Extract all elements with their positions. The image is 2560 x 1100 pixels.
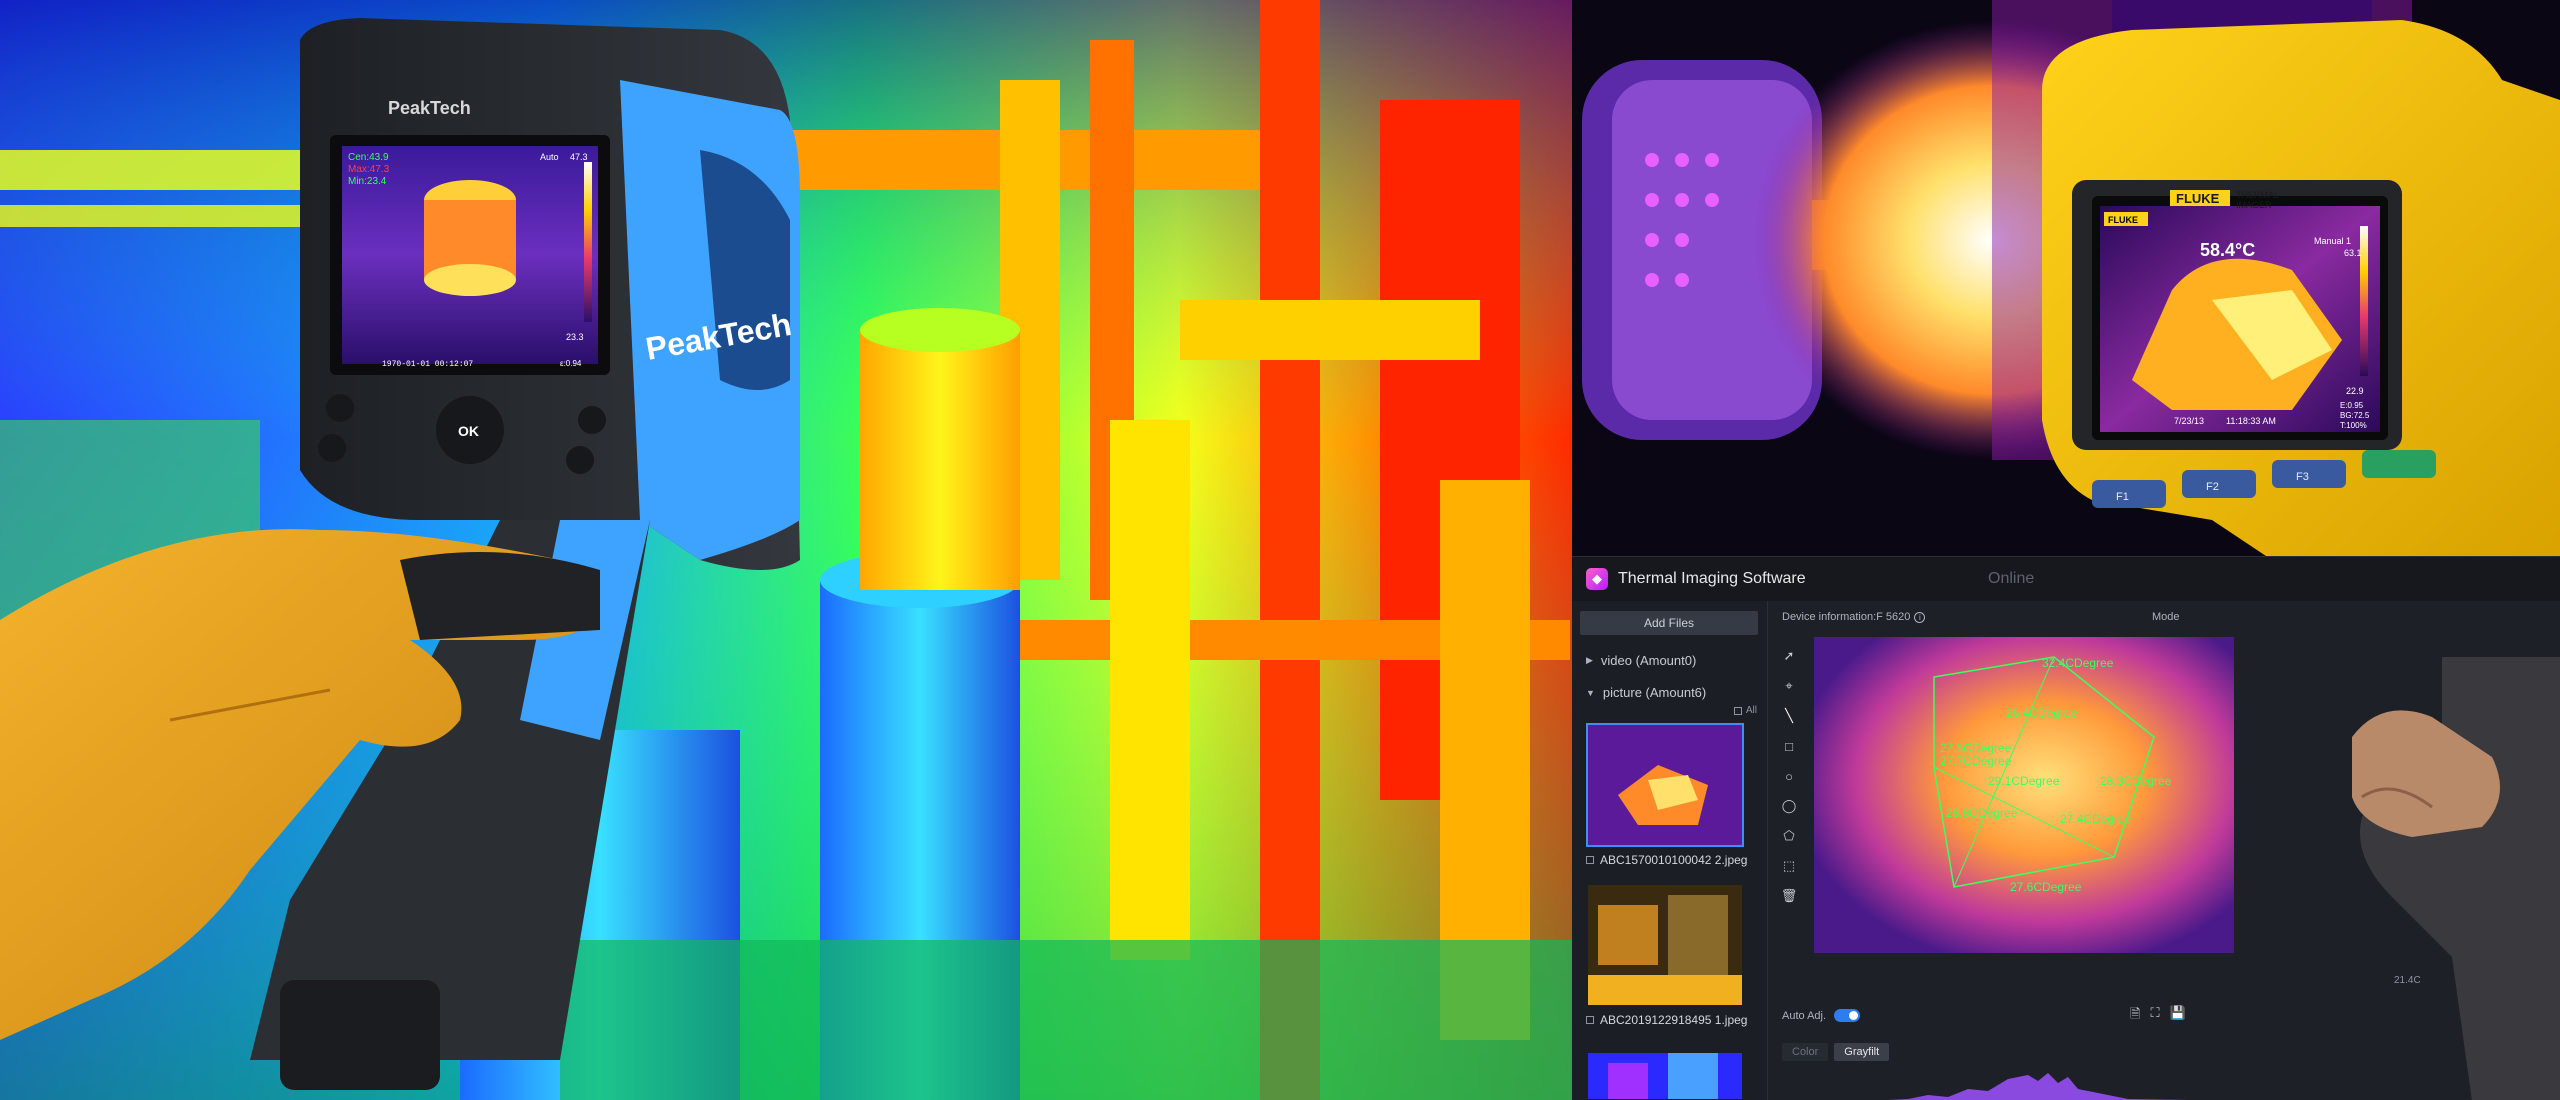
fluke-center-temp: 58.4°C — [2200, 240, 2255, 260]
video-group-label: video (Amount0) — [1600, 653, 1697, 668]
auto-adjust-toggle[interactable] — [1834, 1009, 1861, 1022]
fluke-scale-max: 63.1 — [2344, 248, 2362, 258]
software-titlebar: ◆ Thermal Imaging Software Online — [1572, 557, 2560, 601]
collapse-arrow-icon: ▼ — [1586, 687, 1595, 698]
peaktech-datetime: 1970-01-01 00:12:07 — [382, 360, 473, 369]
measurement-label-7: 27.4CDegree — [2060, 812, 2132, 826]
polygon-tool-icon[interactable]: ⬠ — [1778, 825, 1800, 847]
add-files-button[interactable]: Add Files — [1580, 611, 1758, 635]
report-icon[interactable]: 🗎 — [2130, 1005, 2140, 1027]
view-actions: 🗎 ⛶ 💾 — [2130, 1005, 2186, 1027]
thumbnail-2-image — [1588, 885, 1742, 1005]
fluke-brand-label: FLUKE — [2176, 191, 2220, 206]
measurement-label-6: 28.8CDegree — [1946, 806, 2018, 820]
connection-status: Online — [1988, 570, 2035, 587]
select-all-label: All — [1745, 705, 1757, 716]
peaktech-ok-button: OK — [458, 423, 479, 439]
fluke-mode: Manual 1 — [2314, 236, 2351, 246]
thermal-software-window: ◆ Thermal Imaging Software Online Add Fi… — [1572, 556, 2560, 1100]
thumbnail-2-caption: ABC2019122918495 1.jpeg — [1586, 1013, 1756, 1028]
circle-tool-icon[interactable]: ○ — [1778, 765, 1800, 787]
peaktech-readout-min: Min:23.4 — [348, 176, 387, 187]
measurement-label-5: 29.1CDegree — [1988, 774, 2060, 788]
spot-tool-icon[interactable]: ⌖ — [1778, 675, 1800, 697]
fluke-f2-key: F2 — [2206, 481, 2219, 493]
peaktech-readout-max: Max:47.3 — [348, 164, 390, 175]
fluke-background-temp: BG:72.5 — [2340, 411, 2370, 420]
fit-screen-icon[interactable]: ⛶ — [2150, 1005, 2159, 1027]
delete-tool-icon[interactable]: 🗑 — [1778, 885, 1800, 907]
video-group[interactable]: ▶ video (Amount0) — [1586, 653, 1696, 668]
thumbnail-2-filename: ABC2019122918495 1.jpeg — [1600, 1013, 1748, 1027]
left-thermal-photo: PeakTech Cen:43.9 Max:47.3 Min:23.4 Auto… — [0, 0, 1572, 1100]
right-composite: F1 F2 F3 FLUKE 58.4°C Manual 1 63.1 22.9… — [1572, 0, 2560, 1100]
palette-tabs: Color Grayfilt — [1782, 1043, 1890, 1061]
measurement-label-8: 27.6CDegree — [2010, 880, 2082, 894]
fluke-screen-logo: FLUKE — [2108, 215, 2138, 225]
thumbnail-3-image — [1588, 1053, 1742, 1099]
line-tool-icon[interactable]: ╲ — [1778, 705, 1800, 727]
software-title: Thermal Imaging Software — [1618, 570, 1806, 587]
ellipse-tool-icon[interactable]: ◯ — [1778, 795, 1800, 817]
select-all-checkbox[interactable]: All — [1733, 705, 1757, 716]
checkbox-icon[interactable] — [1586, 1016, 1594, 1024]
file-sidebar: Add Files ▶ video (Amount0) ▼ picture (A… — [1572, 601, 1768, 1100]
fluke-model-line1: THERMAL — [2236, 190, 2279, 200]
picture-group[interactable]: ▼ picture (Amount6) — [1586, 685, 1706, 700]
fluke-f1-key: F1 — [2116, 491, 2129, 503]
temperature-histogram — [1888, 1073, 2188, 1100]
save-icon[interactable]: 💾 — [2170, 1005, 2186, 1027]
peaktech-scale-min: 23.3 — [566, 332, 584, 342]
industrial-thermal-scene: PeakTech Cen:43.9 Max:47.3 Min:23.4 Auto… — [0, 0, 1572, 1100]
measurement-label-3: 27.5CDegree — [1940, 741, 2012, 755]
thumbnail-1-caption: ABC1570010100042 2.jpeg — [1586, 853, 1756, 868]
peaktech-scale-max: 47.3 — [570, 152, 588, 162]
fluke-date: 7/23/13 — [2174, 416, 2204, 426]
auto-adjust-control: Auto Adj. — [1782, 1009, 1861, 1022]
tab-grayfilt[interactable]: Grayfilt — [1834, 1043, 1890, 1061]
hand-holding-fluke — [2352, 657, 2560, 1100]
auto-adjust-label: Auto Adj. — [1782, 1009, 1827, 1022]
measurement-label-9: 28.3CDegree — [2100, 774, 2172, 788]
thumbnail-1-image — [1588, 725, 1742, 845]
fluke-emissivity: E:0.95 — [2340, 401, 2364, 410]
fluke-scale-min: 22.9 — [2346, 386, 2364, 396]
measurement-label-4: 27.7CDegree — [1940, 754, 2012, 768]
info-icon[interactable]: i — [1914, 611, 1926, 623]
thumbnail-1-filename: ABC1570010100042 2.jpeg — [1600, 853, 1748, 867]
device-info-text: Device information:F 5620 — [1782, 611, 1911, 623]
peaktech-brand-label: PeakTech — [388, 98, 471, 118]
measurement-label-1: 32.4CDegree — [2042, 656, 2114, 670]
device-information: Device information:F 5620 i — [1782, 611, 1926, 623]
thumbnail-2[interactable] — [1586, 883, 1744, 1007]
measurement-label-2: 26.4CDegree — [2006, 706, 2078, 720]
motor-thermal-scene: F1 F2 F3 FLUKE 58.4°C Manual 1 63.1 22.9… — [1572, 0, 2560, 560]
peaktech-mode: Auto — [540, 152, 559, 162]
fluke-time: 11:18:33 AM — [2226, 416, 2276, 426]
app-logo-icon: ◆ — [1586, 568, 1608, 590]
mode-label: Mode — [2152, 611, 2180, 623]
thumbnail-1[interactable] — [1586, 723, 1744, 847]
measurement-toolbar: ➚ ⌖ ╲ □ ○ ◯ ⬠ ⬚ 🗑 — [1778, 645, 1802, 915]
thermal-image-view[interactable]: 32.4CDegree 26.4CDegree 27.5CDegree 27.7… — [1814, 637, 2234, 953]
peaktech-emissivity: ε:0.94 — [560, 359, 582, 368]
fluke-model-line2: IMAGER — [2236, 200, 2272, 210]
thumbnail-3[interactable] — [1586, 1051, 1744, 1100]
fluke-transmission: T:100% — [2340, 421, 2367, 430]
checkbox-icon[interactable] — [1586, 856, 1594, 864]
rectangle-tool-icon[interactable]: □ — [1778, 735, 1800, 757]
picture-group-label: picture (Amount6) — [1602, 685, 1707, 700]
select-area-tool-icon[interactable]: ⬚ — [1778, 855, 1800, 877]
checkbox-icon — [1733, 706, 1742, 715]
fluke-f3-key: F3 — [2296, 471, 2309, 483]
pointer-tool-icon[interactable]: ➚ — [1778, 645, 1800, 667]
peaktech-readout-center: Cen:43.9 — [348, 152, 389, 163]
tab-color[interactable]: Color — [1782, 1043, 1829, 1061]
expand-arrow-icon: ▶ — [1586, 655, 1593, 665]
